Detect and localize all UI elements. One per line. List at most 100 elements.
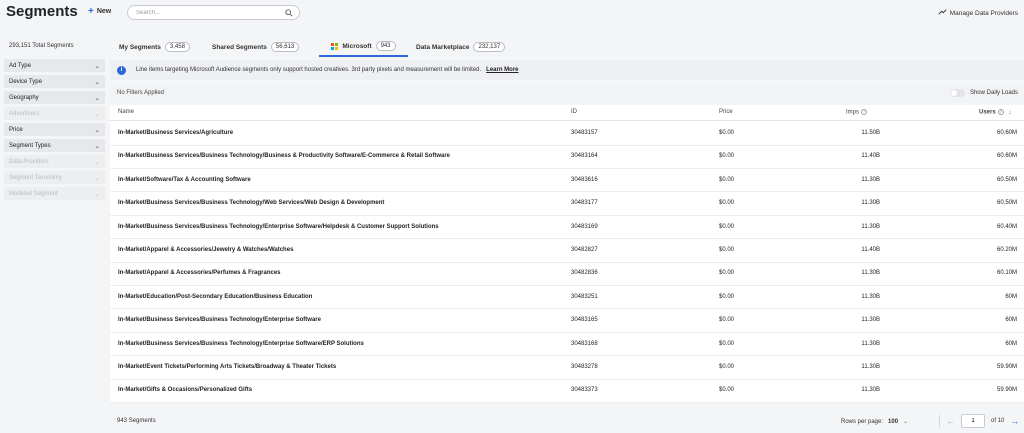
imps-cell: 11.40B [861,247,880,253]
column-header-label: Users [979,109,996,116]
trend-icon [938,9,947,17]
imps-cell: 11.30B [861,270,880,277]
table-row[interactable]: In-Market/Business Services/Agriculture 3… [110,122,1024,146]
imps-cell: 11.30B [861,364,880,370]
price-cell: $0.00 [719,270,735,277]
new-segment-button[interactable]: + New [88,7,112,17]
tab-my-segments[interactable]: My Segments 3,458 [119,37,190,57]
tab-data-marketplace[interactable]: Data Marketplace 232,137 [416,37,506,57]
segment-name-cell: In-Market/Software/Tax & Accounting Soft… [118,176,251,183]
chevron-down-icon: ⌄ [94,190,100,198]
users-cell: 60M [1005,340,1017,347]
chevron-down-icon: ⌄ [94,174,100,182]
imps-cell: 11.30B [861,176,880,183]
segment-id-cell: 30483169 [571,223,598,230]
column-header-id[interactable]: ID [571,109,577,115]
table-row[interactable]: In-Market/Software/Tax & Accounting Soft… [110,169,1024,193]
show-daily-loads-toggle[interactable] [949,89,965,97]
imps-cell: 11.40B [861,153,880,160]
table-row[interactable]: In-Market/Business Services/Business Tec… [110,333,1024,357]
table-row[interactable]: In-Market/Event Tickets/Performing Arts … [110,356,1024,380]
filter-data-providers: Data Providers ⌄ [4,155,105,168]
sort-descending-icon: ↓ [1008,109,1012,116]
column-header-users[interactable]: Users? ↓ [979,109,1011,116]
tab-count-badge: 232,137 [473,42,506,52]
segment-id-cell: 30483165 [571,317,598,324]
filter-segment-types[interactable]: Segment Types ⌄ [4,139,105,152]
price-cell: $0.00 [719,176,735,183]
table-header: Name ID Price Imps? Users? ↓ [110,105,1024,121]
imps-cell: 11.30B [861,317,880,324]
chevron-down-icon: ⌄ [94,126,100,134]
chevron-down-icon: ⌄ [94,62,100,70]
manage-data-providers-label: Manage Data Providers [949,9,1018,17]
column-header-imps[interactable]: Imps? [846,109,868,116]
manage-data-providers-link[interactable]: Manage Data Providers [938,9,1018,17]
filter-ad-type[interactable]: Ad Type ⌄ [4,59,105,72]
users-cell: 60.60M [996,153,1017,160]
tab-shared-segments[interactable]: Shared Segments 56,613 [212,37,300,57]
page-number-input[interactable] [961,414,985,428]
chevron-down-icon[interactable]: ⌄ [903,418,908,425]
segment-name-cell: In-Market/Gifts & Occasions/Personalized… [118,387,253,394]
segment-name-cell: In-Market/Business Services/Agriculture [118,130,234,136]
table-footer: 943 Segments Rows per page: 100 ⌄ ← of 1… [110,409,1024,433]
users-cell: 60.40M [996,223,1017,230]
search-icon[interactable] [285,9,293,19]
column-header-name[interactable]: Name [118,109,134,115]
filter-label: Modeled Segment [9,190,58,197]
learn-more-link[interactable]: Learn More [486,67,518,73]
filter-label: Data Providers [9,158,49,165]
column-header-price[interactable]: Price [719,109,733,115]
search-input[interactable] [136,8,286,18]
filter-geography[interactable]: Geography ⌄ [4,91,105,104]
segment-id-cell: 30483177 [571,200,598,207]
table-row[interactable]: In-Market/Gifts & Occasions/Personalized… [110,379,1024,403]
segment-name-cell: In-Market/Event Tickets/Performing Arts … [118,364,337,370]
filter-label: Ad Type [9,62,31,69]
segment-name-cell: In-Market/Business Services/Business Tec… [118,200,385,207]
price-cell: $0.00 [719,317,735,324]
filter-price[interactable]: Price ⌄ [4,123,105,136]
segment-id-cell: 30483278 [571,364,598,370]
price-cell: $0.00 [719,223,735,230]
table-row[interactable]: In-Market/Business Services/Business Tec… [110,309,1024,333]
next-page-arrow-icon[interactable]: → [1010,416,1019,426]
imps-cell: 11.30B [861,340,880,347]
filter-device-type[interactable]: Device Type ⌄ [4,75,105,88]
imps-cell: 11.30B [861,387,880,394]
previous-page-arrow-icon[interactable]: ← [946,416,955,426]
tab-count-badge: 3,458 [164,42,190,52]
rows-per-page-select[interactable]: 100 [888,419,898,425]
table-row[interactable]: In-Market/Apparel & Accessories/Jewelry … [110,239,1024,263]
table-row[interactable]: In-Market/Business Services/Business Tec… [110,216,1024,240]
show-daily-loads-label: Show Daily Loads [969,90,1018,96]
users-cell: 59.90M [996,387,1017,394]
show-daily-loads-control: Show Daily Loads [949,89,1018,97]
filter-segment-taxonomy: Segment Taxonomy ⌄ [4,171,105,184]
segment-id-cell: 30482827 [571,247,598,253]
help-icon[interactable]: ? [997,109,1004,115]
segments-table: Name ID Price Imps? Users? ↓ In-Market/B… [110,105,1024,403]
table-row[interactable]: In-Market/Business Services/Business Tec… [110,145,1024,169]
help-icon[interactable]: ? [861,109,868,115]
table-row[interactable]: In-Market/Education/Post-Secondary Educa… [110,286,1024,310]
page-title: Segments [6,3,78,20]
tab-microsoft[interactable]: Microsoft 943 [319,37,408,57]
new-segment-label: New [96,8,112,15]
price-cell: $0.00 [719,247,735,253]
segment-id-cell: 30483251 [571,293,598,300]
microsoft-logo-icon [331,42,339,50]
segment-name-cell: In-Market/Education/Post-Secondary Educa… [118,293,313,300]
users-cell: 60M [1005,317,1017,324]
price-cell: $0.00 [719,293,735,300]
segment-name-cell: In-Market/Business Services/Business Tec… [118,340,364,347]
chevron-down-icon: ⌄ [94,158,100,166]
segment-name-cell: In-Market/Business Services/Business Tec… [118,317,321,324]
users-cell: 60M [1005,293,1017,300]
table-row[interactable]: In-Market/Apparel & Accessories/Perfumes… [110,262,1024,286]
chevron-down-icon: ⌄ [94,110,100,118]
table-row[interactable]: In-Market/Business Services/Business Tec… [110,192,1024,216]
segment-id-cell: 30482836 [571,270,598,277]
segment-id-cell: 30483373 [571,387,598,394]
